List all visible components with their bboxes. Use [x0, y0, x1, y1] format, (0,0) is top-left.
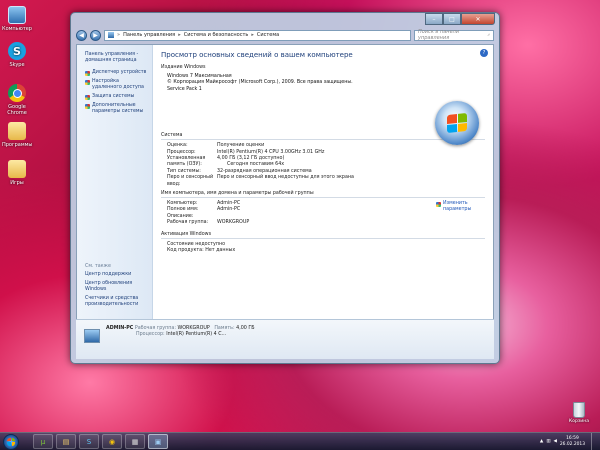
chrome-icon	[8, 84, 26, 102]
start-button[interactable]	[3, 433, 19, 450]
change-settings-link[interactable]: Изменить параметры	[436, 201, 471, 212]
content-area: Панель управления - домашняя страница Ди…	[76, 44, 494, 320]
desktop-icon-games[interactable]: Игры	[2, 160, 32, 186]
shield-icon	[85, 95, 90, 100]
system-tray: ▲ ▥ ◀ 16:59 26.02.2013	[540, 432, 600, 450]
help-icon[interactable]: ?	[480, 49, 488, 57]
shield-icon	[85, 71, 90, 76]
chrome-icon: ◉	[108, 437, 116, 446]
control-panel-icon: ▣	[154, 437, 162, 446]
system-row-memory: Установленная память (ОЗУ): 4,00 ГБ (3,1…	[167, 156, 285, 168]
desktop-icon-label: Игры	[10, 180, 24, 186]
desktop-icon-recycle-bin[interactable]: Корзина	[566, 402, 592, 424]
shield-icon	[436, 202, 441, 208]
shield-icon	[85, 80, 90, 85]
breadcrumb-item[interactable]: Система	[257, 32, 279, 38]
desktop-icon-computer[interactable]: Компьютер	[2, 6, 32, 32]
search-placeholder: Поиск в панели управления	[418, 29, 460, 41]
product-key: Код продукта: Нет данных	[167, 248, 236, 254]
left-pane: Панель управления - домашняя страница Ди…	[77, 45, 153, 319]
computer-section-title: Имя компьютера, имя домена и параметры р…	[161, 191, 485, 199]
windows-logo-icon	[435, 101, 479, 145]
breadcrumb-item[interactable]: Система и безопасность	[184, 32, 249, 38]
folder-icon	[8, 160, 26, 178]
tray-arrow-icon[interactable]: ▲	[540, 439, 543, 444]
taskbar-control-panel[interactable]: ▣	[148, 434, 168, 449]
task-remote-settings[interactable]: Настройка удаленного доступа	[85, 79, 148, 91]
details-computer-name: ADMIN-PC	[106, 326, 134, 331]
utorrent-icon: µ	[40, 437, 46, 446]
computer-icon	[8, 6, 26, 24]
desktop-icon-label: Google Chrome	[7, 104, 27, 116]
desktop-icon-skype[interactable]: S Skype	[2, 42, 32, 68]
see-also: См. также Центр поддержки Центр обновлен…	[85, 264, 148, 311]
search-input[interactable]: Поиск в панели управления ⌕	[414, 29, 494, 41]
edition-section-title: Издание Windows	[161, 65, 206, 70]
main-pane: ? Просмотр основных сведений о вашем ком…	[153, 45, 493, 319]
windows-logo-icon	[7, 437, 15, 446]
folder-icon	[8, 122, 26, 140]
maximize-button[interactable]: □	[443, 13, 461, 25]
shield-icon	[85, 104, 90, 109]
taskbar: µ ▤ S ◉ ▦ ▣ ▲ ▥ ◀ 16:59 26.02.2013	[0, 432, 600, 450]
back-button[interactable]: ◀	[76, 29, 87, 41]
task-advanced-settings[interactable]: Дополнительные параметры системы	[85, 103, 148, 115]
recycle-bin-icon	[573, 402, 585, 418]
taskbar-utorrent[interactable]: µ	[33, 434, 53, 449]
show-desktop-button[interactable]	[591, 432, 597, 450]
windows-update-link[interactable]: Центр обновления Windows	[85, 281, 148, 293]
system-window: – □ ✕ ◀ ▶ » Панель управления ▸ Система …	[70, 12, 500, 364]
computer-icon	[84, 329, 100, 343]
minimize-button[interactable]: –	[425, 13, 443, 25]
task-link[interactable]: Диспетчер устройств	[92, 70, 146, 76]
taskbar-explorer[interactable]: ▤	[56, 434, 76, 449]
task-link[interactable]: Защита системы	[92, 94, 134, 100]
window-controls: – □ ✕	[425, 13, 495, 25]
clock-date: 26.02.2013	[559, 441, 585, 447]
task-system-protection[interactable]: Защита системы	[85, 94, 148, 100]
network-icon[interactable]: ▥	[546, 439, 550, 444]
action-center-link[interactable]: Центр поддержки	[85, 272, 148, 278]
desktop-icon-programs[interactable]: Программы	[2, 122, 32, 148]
task-device-manager[interactable]: Диспетчер устройств	[85, 70, 148, 76]
taskbar-skype[interactable]: S	[79, 434, 99, 449]
details-pane: ADMIN-PC Рабочая группа: WORKGROUP Памят…	[76, 319, 494, 359]
system-note: Сегодня поставим 64х	[227, 162, 285, 168]
task-link[interactable]: Дополнительные параметры системы	[92, 103, 148, 115]
media-icon: ▦	[131, 437, 139, 446]
computer-row: Рабочая группа: WORKGROUP	[167, 220, 250, 226]
desktop-icon-label: Skype	[9, 62, 25, 68]
address-bar[interactable]: » Панель управления ▸ Система и безопасн…	[104, 29, 411, 41]
desktop-icon-label: Программы	[2, 142, 33, 148]
close-button[interactable]: ✕	[461, 13, 495, 25]
desktop-icon-label: Корзина	[568, 419, 590, 424]
system-row-pen: Перо и сенсорный ввод: Перо и сенсорный …	[167, 175, 354, 187]
taskbar-media[interactable]: ▦	[125, 434, 145, 449]
system-section-title: Система	[161, 133, 485, 141]
performance-link[interactable]: Счетчики и средства производительности	[85, 296, 148, 308]
taskbar-chrome[interactable]: ◉	[102, 434, 122, 449]
volume-icon[interactable]: ◀	[553, 439, 556, 444]
folder-icon: ▤	[62, 437, 70, 446]
desktop-icon-label: Компьютер	[2, 26, 32, 32]
task-link[interactable]: Настройка удаленного доступа	[92, 79, 148, 91]
forward-button[interactable]: ▶	[90, 29, 101, 41]
activation-section-title: Активация Windows	[161, 232, 485, 239]
breadcrumb-item[interactable]: Панель управления	[123, 32, 175, 38]
page-title: Просмотр основных сведений о вашем компь…	[161, 51, 353, 59]
search-icon: ⌕	[487, 32, 490, 38]
navigation-bar: ◀ ▶ » Панель управления ▸ Система и безо…	[76, 29, 494, 41]
see-also-header: См. также	[85, 264, 111, 269]
desktop-icon-chrome[interactable]: Google Chrome	[2, 84, 32, 116]
control-panel-home-link[interactable]: Панель управления - домашняя страница	[85, 52, 148, 64]
clock[interactable]: 16:59 26.02.2013	[560, 436, 585, 446]
control-panel-icon	[108, 32, 114, 38]
skype-icon: S	[86, 437, 92, 446]
skype-icon: S	[8, 42, 26, 60]
